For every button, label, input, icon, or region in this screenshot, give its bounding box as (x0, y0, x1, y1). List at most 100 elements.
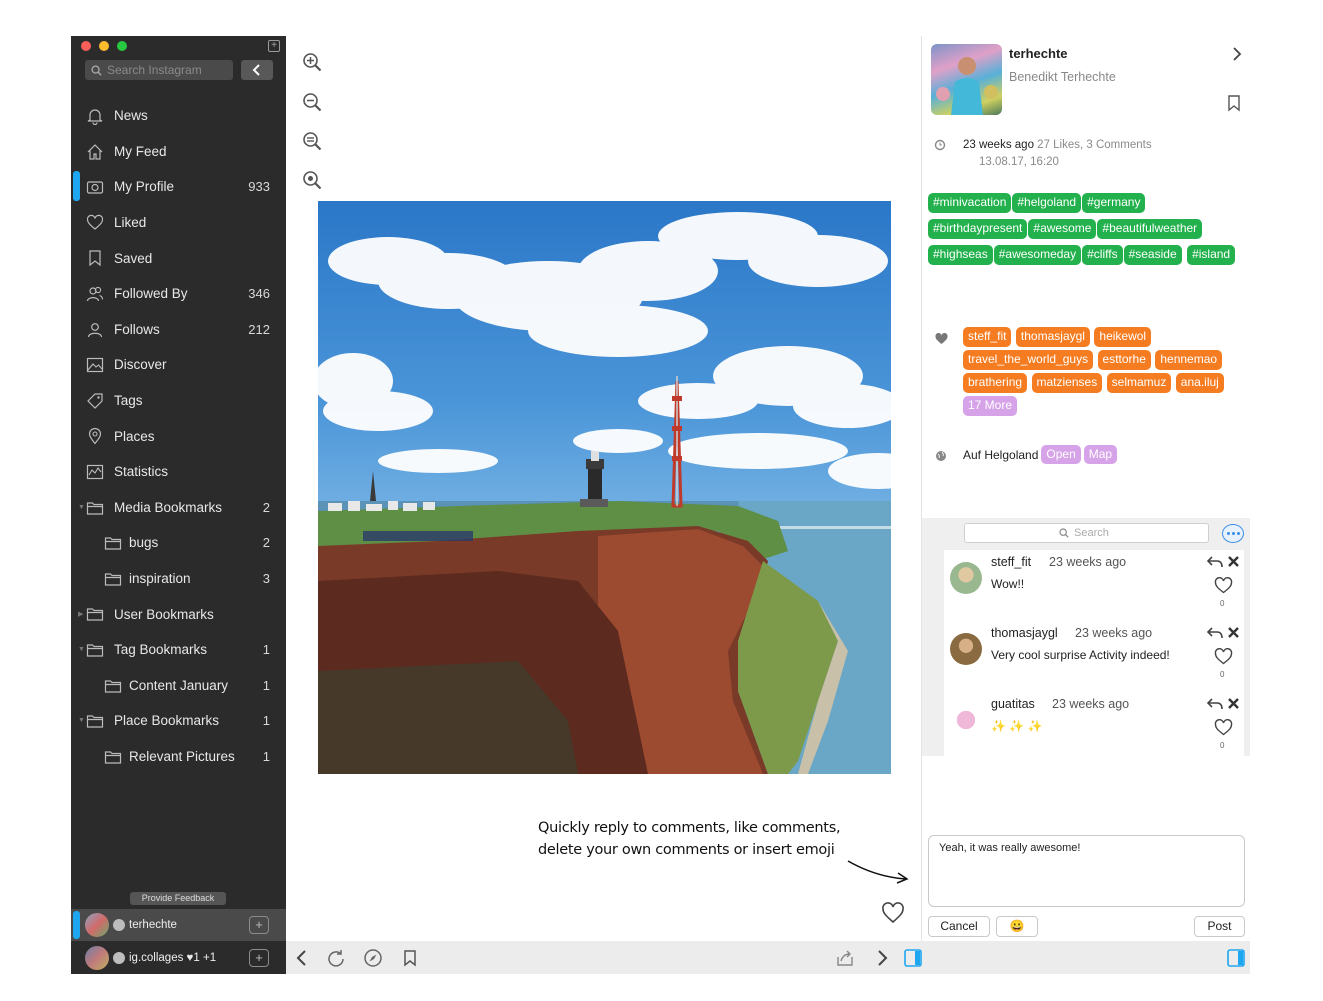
more-likers-button[interactable]: 17 More (963, 396, 1018, 416)
disclosure-triangle-icon[interactable]: ▼ (78, 504, 85, 511)
hashtag-pill[interactable]: #beautifulweather (1097, 219, 1203, 239)
liker-pill[interactable]: selmamuz (1106, 373, 1172, 393)
sidebar-item-tags[interactable]: Tags (71, 383, 286, 419)
minimize-window-button[interactable] (99, 41, 109, 51)
folder-icon (86, 715, 104, 728)
hashtag-pill[interactable]: #cliffs (1082, 245, 1123, 265)
sidebar-item-my-feed[interactable]: My Feed (71, 134, 286, 170)
comment-like-heart-icon[interactable] (1214, 648, 1233, 665)
comment-avatar[interactable] (950, 704, 982, 736)
account-name-text: ig.collages (129, 952, 184, 964)
toggle-inspector-icon[interactable] (1226, 948, 1246, 968)
post-button[interactable]: Post (1194, 916, 1245, 937)
disclosure-triangle-icon[interactable]: ▼ (78, 717, 85, 724)
disclosure-triangle-icon[interactable]: ▶ (78, 610, 83, 618)
hashtag-pill[interactable]: #seaside (1123, 245, 1182, 265)
sidebar-item-discover[interactable]: Discover (71, 347, 286, 383)
post-author-avatar[interactable] (931, 44, 1002, 115)
comment-username[interactable]: thomasjaygl (991, 626, 1058, 640)
liker-pill[interactable]: steff_fit (963, 327, 1012, 347)
sidebar-item-followed-by[interactable]: Followed By 346 (71, 276, 286, 312)
delete-icon[interactable] (1227, 626, 1240, 639)
hashtag-pill[interactable]: #awesome (1028, 219, 1097, 239)
sidebar-item-saved[interactable]: Saved (71, 240, 286, 276)
liker-pill[interactable]: heikewol (1094, 327, 1152, 347)
hashtag-pill[interactable]: #germany (1082, 193, 1146, 213)
account-add-icon[interactable]: + (249, 949, 269, 967)
account-row-terhechte[interactable]: terhechte + (71, 909, 286, 941)
comment-username[interactable]: guatitas (991, 697, 1035, 711)
cancel-button[interactable]: Cancel (928, 916, 990, 937)
sidebar-item-statistics[interactable]: Statistics (71, 454, 286, 490)
zoom-out-icon[interactable] (302, 92, 322, 112)
post-photo[interactable] (318, 201, 891, 774)
hashtag-pill[interactable]: #awesomeday (993, 245, 1082, 265)
hashtag-pill[interactable]: #birthdaypresent (928, 219, 1028, 239)
reply-icon[interactable] (1206, 555, 1224, 569)
sidebar-item-bugs[interactable]: bugs 2 (71, 525, 286, 561)
zoom-window-button[interactable] (117, 41, 127, 51)
like-post-heart-icon[interactable] (881, 902, 905, 924)
account-add-icon[interactable]: + (249, 916, 269, 934)
sidebar-item-news[interactable]: News (71, 98, 286, 134)
hashtag-pill[interactable]: #helgoland (1012, 193, 1082, 213)
hashtag-pill[interactable]: #highseas (928, 245, 993, 265)
bookmark-icon[interactable] (1226, 94, 1242, 112)
reload-icon[interactable] (326, 948, 346, 968)
new-window-icon[interactable]: + (268, 40, 280, 52)
sidebar-item-relevant-pictures[interactable]: Relevant Pictures 1 (71, 739, 286, 775)
liker-pill[interactable]: matzienses (1031, 373, 1103, 393)
reply-icon[interactable] (1206, 697, 1224, 711)
chevron-right-icon[interactable] (872, 948, 892, 968)
sidebar-item-follows[interactable]: Follows 212 (71, 312, 286, 348)
chevron-right-icon[interactable] (1230, 46, 1244, 62)
share-icon[interactable] (835, 948, 855, 968)
toggle-detail-panel-icon[interactable] (903, 948, 923, 968)
sidebar-item-content-january[interactable]: Content January 1 (71, 668, 286, 704)
liker-pill[interactable]: travel_the_world_guys (963, 350, 1094, 370)
sidebar-item-places[interactable]: Places (71, 418, 286, 454)
delete-icon[interactable] (1227, 697, 1240, 710)
post-username[interactable]: terhechte (1009, 46, 1068, 61)
comment-reply-input[interactable]: Yeah, it was really awesome! (928, 835, 1245, 907)
map-location-button[interactable]: Map (1083, 445, 1118, 464)
comment-search-input[interactable] (1074, 527, 1114, 539)
delete-icon[interactable] (1227, 555, 1240, 568)
hashtag-pill[interactable]: #island (1187, 245, 1236, 265)
liker-pill[interactable]: brathering (963, 373, 1028, 393)
reply-icon[interactable] (1206, 626, 1224, 640)
compass-icon[interactable] (363, 948, 383, 968)
zoom-actual-size-icon[interactable] (302, 170, 322, 190)
search-input[interactable] (107, 63, 227, 77)
collapse-sidebar-button[interactable] (241, 60, 273, 80)
liker-pill[interactable]: ana.iluj (1175, 373, 1224, 393)
liker-pill[interactable]: esttorhe (1097, 350, 1151, 370)
comment-like-heart-icon[interactable] (1214, 719, 1233, 736)
close-window-button[interactable] (81, 41, 91, 51)
liker-pill[interactable]: thomasjaygl (1015, 327, 1090, 347)
hashtag-pill[interactable]: #minivacation (928, 193, 1012, 213)
comment-avatar[interactable] (950, 562, 982, 594)
chevron-left-icon[interactable] (292, 948, 312, 968)
provide-feedback-button[interactable]: Provide Feedback (130, 892, 226, 905)
comment-username[interactable]: steff_fit (991, 555, 1031, 569)
emoji-button[interactable]: 😀 (996, 916, 1038, 937)
sidebar-item-user-bookmarks[interactable]: ▶ User Bookmarks (71, 596, 286, 632)
sidebar-item-media-bookmarks[interactable]: ▼ Media Bookmarks 2 (71, 490, 286, 526)
bookmark-icon[interactable] (400, 948, 420, 968)
zoom-fit-icon[interactable] (302, 131, 322, 151)
comment-avatar[interactable] (950, 633, 982, 665)
location-name[interactable]: Auf Helgoland (963, 448, 1038, 462)
zoom-in-icon[interactable] (302, 52, 322, 72)
comment-like-heart-icon[interactable] (1214, 577, 1233, 594)
liker-pill[interactable]: hennemao (1155, 350, 1223, 370)
sidebar-item-tag-bookmarks[interactable]: ▼ Tag Bookmarks 1 (71, 632, 286, 668)
sidebar-item-inspiration[interactable]: inspiration 3 (71, 561, 286, 597)
disclosure-triangle-icon[interactable]: ▼ (78, 646, 85, 653)
more-options-button[interactable] (1222, 524, 1244, 543)
sidebar-item-my-profile[interactable]: My Profile 933 (71, 169, 286, 205)
sidebar-item-liked[interactable]: Liked (71, 205, 286, 241)
open-location-button[interactable]: Open (1041, 445, 1081, 464)
account-row-ig-collages[interactable]: ig.collages ♥1 +1 + (71, 942, 286, 974)
sidebar-item-place-bookmarks[interactable]: ▼ Place Bookmarks 1 (71, 703, 286, 739)
